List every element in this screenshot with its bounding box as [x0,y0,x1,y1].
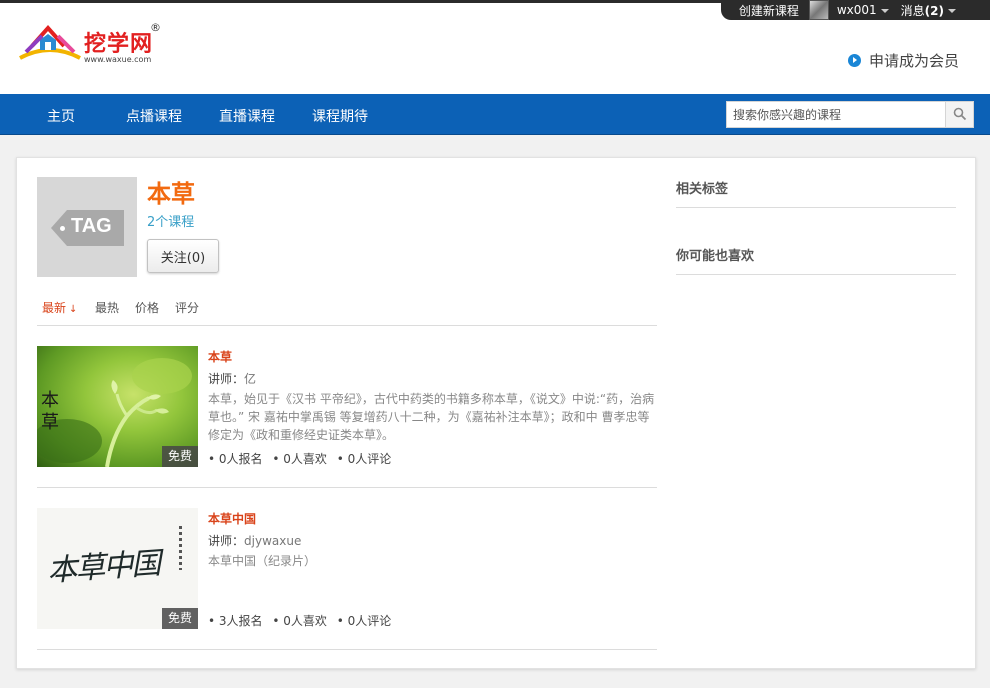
thumb-caption-1: 本 [41,390,59,411]
content-card: TAG 本草 2个课程 关注(0) 最新 ↓ 最热 价格 评分 本 草 免费 本… [16,157,976,669]
you-may-like-heading: 你可能也喜欢 [676,245,956,275]
site-logo[interactable]: 挖学网 ® www.waxue.com [18,21,168,70]
stat-enrolled: • 0人报名 [208,452,263,466]
chevron-down-icon [880,8,889,13]
calligraphy-title: 本草中国 [46,546,161,589]
logo-text: 挖学网 [84,32,154,57]
user-avatar[interactable] [808,0,829,20]
teacher-name[interactable]: 亿 [244,372,256,386]
course-thumbnail[interactable]: 本草中国 免费 [37,508,198,629]
main-nav: 主页 点播课程 直播课程 课程期待 [0,94,990,135]
logo-mark-icon [19,24,81,60]
nav-live-courses[interactable]: 直播课程 [219,106,275,126]
sort-newest[interactable]: 最新 ↓ [42,299,77,316]
sort-bar: 最新 ↓ 最热 价格 评分 [37,299,657,326]
arrow-down-icon: ↓ [69,304,78,315]
registered-mark: ® [150,21,161,34]
search-input[interactable] [727,102,945,127]
calligraphy-seal [179,526,182,570]
stat-likes: • 0人喜欢 [272,614,327,628]
messages-label: 消息 [900,3,925,18]
tag-image: TAG [37,177,137,277]
stat-likes: • 0人喜欢 [272,452,327,466]
teacher-label: 讲师： [208,372,245,386]
apply-member-link[interactable]: 申请成为会员 [848,50,959,71]
create-course-link[interactable]: 创建新课程 [739,2,799,19]
thumb-caption-2: 草 [41,412,59,433]
nav-home[interactable]: 主页 [47,106,75,126]
nav-course-wishes[interactable]: 课程期待 [312,106,368,126]
tag-title: 本草 [147,180,195,208]
price-badge: 免费 [162,446,198,467]
sort-hottest[interactable]: 最热 [95,299,119,316]
course-description: 本草中国（纪录片） [208,554,317,568]
chevron-down-icon [948,9,956,13]
stat-comments: • 0人评论 [336,452,392,466]
messages-count: (2) [924,3,944,18]
tag-image-text: TAG [71,215,112,237]
logo-url: www.waxue.com [84,55,152,64]
teacher-name[interactable]: djywaxue [244,534,301,548]
course-stats: • 0人报名 • 0人喜欢 • 0人评论 [208,450,397,467]
course-item: 本草中国 免费 本草中国 讲师：djywaxue 本草中国（纪录片） • 3人报… [37,488,657,650]
course-teacher: 讲师：亿 [208,370,256,387]
play-circle-icon [848,54,861,67]
search-icon [953,107,967,121]
tag-course-count[interactable]: 2个课程 [147,211,194,230]
search-box [726,101,974,128]
sort-rating[interactable]: 评分 [175,299,199,316]
apply-member-label: 申请成为会员 [869,52,960,70]
messages-menu[interactable]: 消息(2) [901,2,956,19]
user-menu[interactable]: wx001 [837,3,889,17]
nav-vod-courses[interactable]: 点播课程 [126,106,182,126]
price-badge: 免费 [162,608,198,629]
stat-comments: • 0人评论 [336,614,392,628]
search-button[interactable] [945,102,973,127]
stat-enrolled: • 3人报名 [208,614,263,628]
course-item: 本 草 免费 本草 讲师：亿 本草，始见于《汉书 平帝纪》，古代中药类的书籍多称… [37,326,657,488]
related-tags-heading: 相关标签 [676,178,956,208]
course-teacher: 讲师：djywaxue [208,532,301,549]
tag-hole [60,226,65,231]
user-bar: 创建新课程 wx001 消息(2) [720,0,990,20]
course-title[interactable]: 本草 [208,348,232,365]
sort-price[interactable]: 价格 [135,299,159,316]
thumb-caption: 本 草 [41,390,59,434]
course-description: 本草，始见于《汉书 平帝纪》，古代中药类的书籍多称本草，《说文》中说:“药，治病… [208,392,655,442]
course-stats: • 3人报名 • 0人喜欢 • 0人评论 [208,612,397,629]
course-title[interactable]: 本草中国 [208,510,256,527]
sort-newest-label: 最新 [42,301,67,315]
course-thumbnail[interactable]: 本 草 免费 [37,346,198,467]
follow-button[interactable]: 关注(0) [147,239,219,273]
teacher-label: 讲师： [208,534,245,548]
username: wx001 [836,3,877,17]
